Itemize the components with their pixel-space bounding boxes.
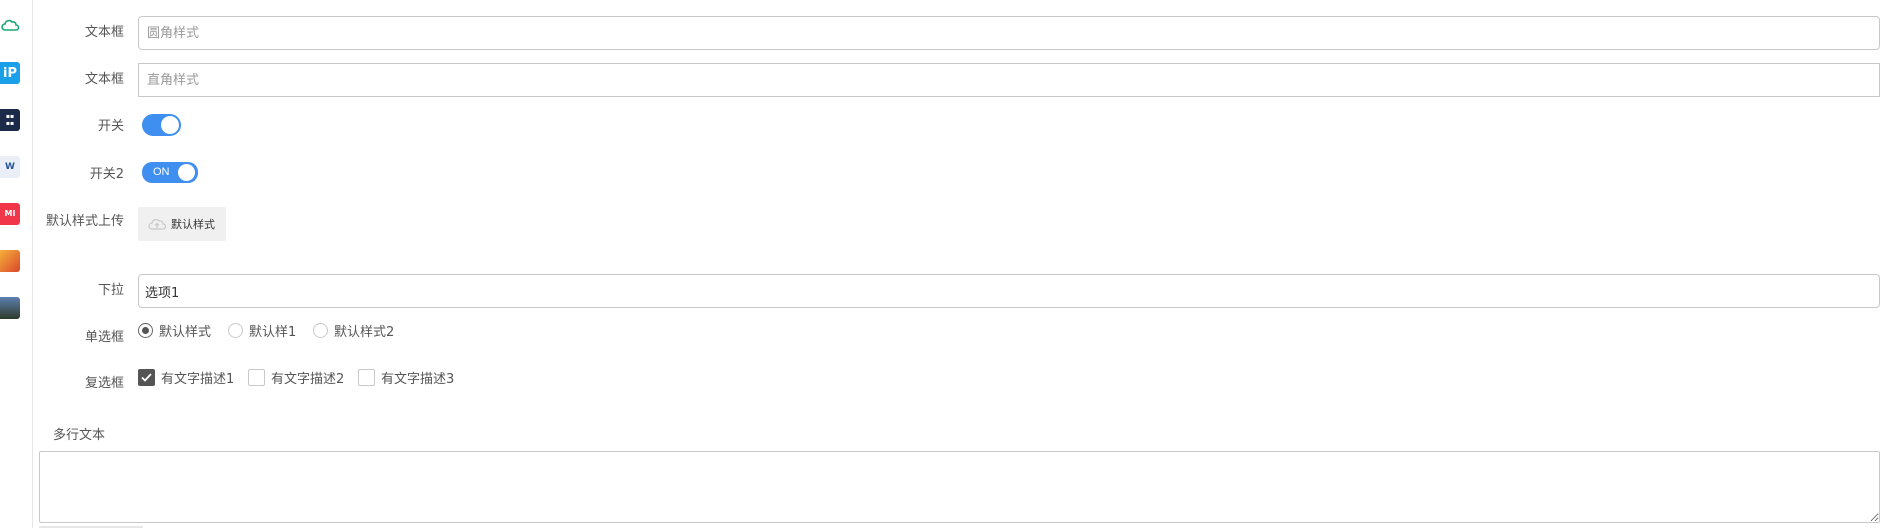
switch-knob	[161, 116, 179, 134]
text-input-rounded[interactable]	[138, 16, 1880, 50]
form-row-switch: 开关	[33, 114, 1888, 138]
checkbox-option-1[interactable]: 有文字描述1	[138, 368, 234, 387]
cloud-app-icon[interactable]	[0, 15, 20, 37]
news-app-icon[interactable]: ▪▪ ▪▪	[0, 109, 20, 131]
switch-on-text: ON	[153, 166, 170, 178]
multiline-textarea[interactable]	[39, 451, 1880, 523]
checkbox-label: 有文字描述2	[271, 372, 345, 387]
checkbox-label: 有文字描述3	[381, 372, 455, 387]
field-label: 开关	[97, 119, 124, 134]
checkbox-option-2[interactable]: 有文字描述2	[248, 368, 344, 387]
ip-app-icon[interactable]: iP	[0, 62, 20, 84]
game-app-icon-2[interactable]	[0, 297, 20, 319]
checkbox-checked[interactable]	[138, 369, 155, 386]
field-label: 文本框	[84, 72, 124, 87]
text-input-square[interactable]	[138, 63, 1880, 97]
radio-label: 默认样式	[159, 325, 212, 340]
field-label: 文本框	[84, 25, 124, 40]
field-label: 复选框	[84, 376, 124, 391]
radio-label: 默认样式2	[334, 325, 395, 340]
checkbox-option-3[interactable]: 有文字描述3	[358, 368, 454, 387]
upload-button-label: 默认样式	[171, 218, 215, 231]
checkbox[interactable]	[358, 369, 375, 386]
field-label: 下拉	[97, 283, 124, 298]
cloud-upload-icon	[148, 218, 166, 230]
radio-option-1[interactable]: 默认样式	[138, 321, 211, 340]
form-row-upload: 默认样式上传 默认样式	[33, 207, 1888, 247]
app-rail: iP ▪▪ ▪▪ W MI	[0, 0, 33, 528]
field-label: 开关2	[89, 167, 124, 182]
radio-button[interactable]	[228, 323, 243, 338]
textarea-label: 多行文本	[53, 428, 106, 443]
form-row-text-square: 文本框	[33, 63, 1888, 99]
word-app-icon[interactable]: W	[0, 156, 20, 178]
form-row-radio: 单选框 默认样式 默认样1 默认样式2	[33, 321, 1888, 345]
radio-option-3[interactable]: 默认样式2	[313, 321, 394, 340]
game-app-icon-1[interactable]	[0, 250, 20, 272]
field-label: 单选框	[84, 330, 124, 345]
radio-button[interactable]	[313, 323, 328, 338]
form-row-switch-2: 开关2 ON	[33, 162, 1888, 186]
switch-toggle-on[interactable]: ON	[142, 162, 198, 183]
checkmark-icon	[141, 373, 152, 382]
upload-button[interactable]: 默认样式	[138, 207, 226, 241]
radio-label: 默认样1	[249, 325, 297, 340]
switch-toggle[interactable]	[142, 114, 181, 136]
form-row-text-rounded: 文本框	[33, 16, 1888, 52]
select-dropdown[interactable]: 选项1	[138, 274, 1880, 308]
form-panel: 文本框 文本框 开关 开关2 ON 默认样式上传 默认	[33, 0, 1888, 528]
mi-app-icon[interactable]: MI	[0, 203, 20, 225]
form-row-checkbox: 复选框 有文字描述1 有文字描述2 有文字描述3	[33, 368, 1888, 392]
radio-button-checked[interactable]	[138, 323, 153, 338]
switch-knob	[178, 164, 195, 181]
field-label: 默认样式上传	[45, 214, 124, 229]
select-value: 选项1	[145, 285, 180, 301]
checkbox[interactable]	[248, 369, 265, 386]
form-row-select: 下拉 选项1	[33, 274, 1888, 310]
radio-option-2[interactable]: 默认样1	[228, 321, 296, 340]
checkbox-label: 有文字描述1	[161, 372, 235, 387]
